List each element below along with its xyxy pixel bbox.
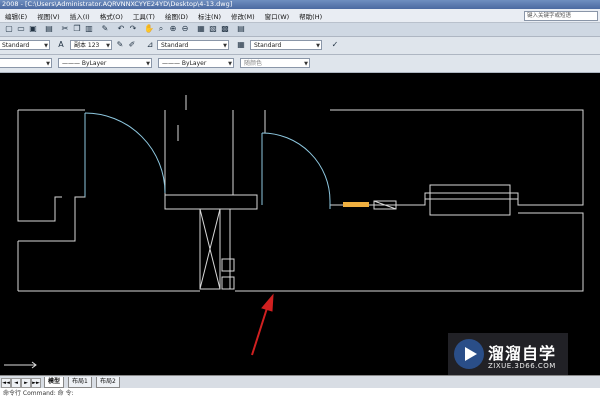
play-logo-icon — [454, 339, 484, 369]
zoom-window-icon[interactable]: ⊕ — [168, 24, 178, 34]
outer-wall-left-inner — [18, 113, 86, 242]
match-properties-icon[interactable]: ✎ — [100, 24, 110, 34]
zoom-icon[interactable]: ⌕ — [156, 24, 166, 34]
copy-icon[interactable]: ❐ — [72, 24, 82, 34]
menu-dimension[interactable]: 标注(N) — [193, 11, 226, 21]
highlight-fixture — [343, 202, 369, 207]
table-style-icon[interactable]: ▦ — [236, 40, 246, 50]
title-bar: 2008 - [C:\Users\Administrator.AQRVNNXCY… — [0, 0, 600, 9]
tab-layout1[interactable]: 布局1 — [68, 377, 92, 388]
table-style-select[interactable]: Standard ▼ — [250, 40, 322, 50]
menu-help[interactable]: 帮助(H) — [294, 11, 327, 21]
watermark-url: ZIXUE.3D66.COM — [488, 362, 556, 370]
text-style-select[interactable]: Standard ▼ — [0, 40, 50, 50]
mid-bottom-wall — [235, 212, 584, 292]
zoom-previous-icon[interactable]: ⊖ — [180, 24, 190, 34]
tool-palette-icon[interactable]: ▩ — [220, 24, 230, 34]
drawing-canvas[interactable] — [0, 73, 600, 375]
watermark-brand: 溜溜自学 — [488, 344, 557, 363]
dim-style-icon[interactable]: ⊿ — [145, 40, 155, 50]
menu-insert[interactable]: 插入(I) — [65, 11, 95, 21]
cabinet-box-1 — [221, 258, 235, 272]
undo-icon[interactable]: ↶ — [116, 24, 126, 34]
menu-window[interactable]: 窗口(W) — [260, 11, 295, 21]
calculator-icon[interactable]: ▤ — [236, 24, 246, 34]
text-style-icon[interactable]: A — [56, 40, 66, 50]
tab-layout2[interactable]: 布局2 — [96, 377, 120, 388]
layout-tabs: ◄◄ ◄ ► ►► 模型 布局1 布局2 — [0, 375, 600, 388]
door-swing-left — [84, 112, 166, 194]
cabinet-box-2 — [221, 276, 235, 290]
menu-view[interactable]: 视图(V) — [32, 11, 65, 21]
new-file-icon[interactable]: ▢ — [4, 24, 14, 34]
styles-toolbar: Standard ▼ A 副本 123 ▼ ✎ ✐ ⊿ Standard ▼ ▦ St… — [0, 37, 600, 55]
paste-icon[interactable]: ▥ — [84, 24, 94, 34]
properties-toolbar: ▼ ——— ByLayer ▼ ——— ByLayer ▼ 随颜色 ▼ — [0, 55, 600, 73]
standard-toolbar-strip: ▢ ▭ ▣ ▤ ✂ ❐ ▥ ✎ ↶ ↷ ✋ ⌕ ⊕ ⊖ ▦ ▧ ▩ ▤ — [0, 23, 600, 37]
window-title: 2008 - [C:\Users\Administrator.AQRVNNXCY… — [2, 0, 233, 8]
tab-last-button[interactable]: ►► — [31, 378, 41, 388]
save-icon[interactable]: ▣ — [28, 24, 38, 34]
edit-text-icon[interactable]: ✐ — [127, 40, 137, 50]
outer-wall-left — [17, 110, 62, 222]
menu-bar: 编辑(E) 视图(V) 插入(I) 格式(O) 工具(T) 绘图(D) 标注(N… — [0, 9, 600, 23]
menu-tools[interactable]: 工具(T) — [128, 11, 160, 21]
tab-next-button[interactable]: ► — [21, 378, 31, 388]
dim-style-select[interactable]: Standard ▼ — [157, 40, 229, 50]
color-select[interactable]: ▼ — [0, 58, 52, 68]
central-block — [164, 194, 258, 210]
window-frame — [429, 184, 511, 216]
floor-plan-drawing — [4, 95, 584, 369]
tab-model[interactable]: 模型 — [44, 377, 65, 388]
linetype-select[interactable]: ——— ByLayer ▼ — [58, 58, 152, 68]
cut-icon[interactable]: ✂ — [60, 24, 70, 34]
text-tool-icon[interactable]: ✎ — [115, 40, 125, 50]
lineweight-select[interactable]: ——— ByLayer ▼ — [158, 58, 234, 68]
right-wall-top — [330, 109, 584, 206]
menu-format[interactable]: 格式(O) — [95, 11, 128, 21]
command-line[interactable]: 命令行 Command: 命 令: — [0, 388, 600, 400]
menu-edit[interactable]: 编辑(E) — [0, 11, 32, 21]
watermark: 溜溜自学 ZIXUE.3D66.COM — [448, 333, 568, 377]
properties-icon[interactable]: ▦ — [196, 24, 206, 34]
annotation-arrow — [251, 293, 274, 356]
print-icon[interactable]: ▤ — [44, 24, 54, 34]
redo-icon[interactable]: ↷ — [128, 24, 138, 34]
font-select[interactable]: 副本 123 ▼ — [70, 40, 112, 50]
menu-modify[interactable]: 修改(M) — [226, 11, 260, 21]
menu-draw[interactable]: 绘图(D) — [160, 11, 193, 21]
help-search-input[interactable]: 键入关键字或短语 — [524, 11, 598, 21]
tab-prev-button[interactable]: ◄ — [11, 378, 21, 388]
door-swing-right — [261, 132, 331, 202]
pan-icon[interactable]: ✋ — [144, 24, 154, 34]
open-file-icon[interactable]: ▭ — [16, 24, 26, 34]
tab-first-button[interactable]: ◄◄ — [1, 378, 11, 388]
design-center-icon[interactable]: ▧ — [208, 24, 218, 34]
plotstyle-select[interactable]: 随颜色 ▼ — [240, 58, 310, 68]
multileader-icon[interactable]: ✓ — [330, 40, 340, 50]
ucs-icon — [4, 361, 37, 369]
